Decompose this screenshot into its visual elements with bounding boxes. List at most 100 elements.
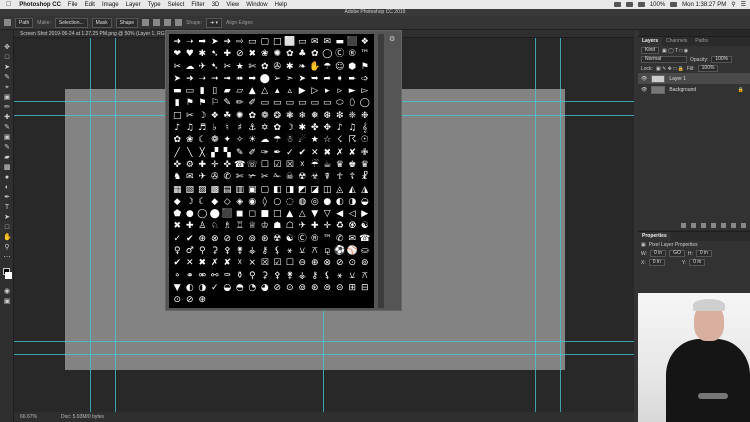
shape-swatch[interactable]: ❧ [296,61,309,73]
shape-swatch[interactable]: ➨ [346,73,359,85]
shape-swatch[interactable]: ⬛ [346,36,359,48]
shape-swatch[interactable]: ✙ [359,147,372,159]
blend-mode-select[interactable]: Normal [641,56,687,63]
shape-swatch[interactable]: ▼ [171,282,184,294]
shape-swatch[interactable]: ⚺ [296,245,309,257]
more-tools-icon[interactable]: ⋯ [3,254,11,261]
pen-tool-icon[interactable]: ✒ [3,194,11,201]
shape-swatch[interactable]: ✈ [296,220,309,232]
shape-swatch[interactable]: ⬛ [221,208,234,220]
shape-swatch[interactable]: ❈ [346,110,359,122]
shape-swatch[interactable]: ⚴ [271,270,284,282]
shape-swatch[interactable]: ☇ [334,134,347,146]
shape-swatch[interactable]: ☑ [271,257,284,269]
shape-swatch[interactable]: ✛ [321,220,334,232]
eyedropper-icon[interactable]: ✏ [3,104,11,111]
shape-swatch[interactable]: ❄ [296,110,309,122]
menu-help[interactable]: Help [275,2,287,8]
shape-swatch[interactable]: ◈ [234,196,247,208]
shape-swatch[interactable]: ▣ [246,184,259,196]
shape-swatch[interactable]: ✂ [184,110,197,122]
shape-swatch[interactable]: ╲ [184,147,197,159]
shape-swatch[interactable]: △ [259,85,272,97]
shape-swatch[interactable]: ✘ [221,257,234,269]
shape-swatch[interactable]: ╳ [196,147,209,159]
shape-swatch[interactable]: ♗ [221,220,234,232]
shape-swatch[interactable]: ⚼ [321,245,334,257]
shape-swatch[interactable]: ▲ [246,85,259,97]
shape-swatch[interactable]: ☽ [184,196,197,208]
path-arrangement-icon[interactable] [164,19,172,26]
shape-swatch[interactable]: ◍ [296,196,309,208]
shape-swatch[interactable]: ☑ [271,159,284,171]
shape-swatch[interactable]: ✆ [221,171,234,183]
shape-swatch[interactable]: ◯ [321,48,334,60]
shape-swatch[interactable]: ✿ [271,122,284,134]
shape-swatch[interactable]: ○ [271,196,284,208]
link-layers-icon[interactable] [681,223,686,228]
shape-swatch[interactable]: ▢ [259,36,272,48]
shape-swatch[interactable]: ▻ [359,85,372,97]
shape-swatch[interactable]: ☄ [296,134,309,146]
layer-row-background[interactable]: 👁 Background 🔒 [638,84,750,95]
shape-swatch[interactable]: ▥ [234,184,247,196]
shape-swatch[interactable]: ⚲ [246,270,259,282]
shape-swatch[interactable]: ♭ [209,122,222,134]
shape-swatch[interactable]: ▹ [334,85,347,97]
guide-vertical[interactable] [560,38,561,412]
shape-swatch[interactable]: ⚑ [184,97,197,109]
shape-swatch[interactable]: ⊗ [321,257,334,269]
shape-swatch[interactable]: ◇ [221,196,234,208]
shape-swatch[interactable]: ✎ [234,147,247,159]
shape-swatch[interactable]: ♀ [171,245,184,257]
menu-view[interactable]: View [226,2,239,8]
shape-swatch[interactable]: ▮ [196,85,209,97]
shape-swatch[interactable]: ◀ [334,208,347,220]
shape-swatch[interactable]: ☎ [234,159,247,171]
shape-swatch[interactable]: ☓ [296,159,309,171]
type-tool-icon[interactable]: T [3,204,11,211]
shape-swatch[interactable]: ⨯ [246,257,259,269]
dodge-tool-icon[interactable]: ◐ [3,184,11,191]
shape-swatch[interactable]: ➝ [196,73,209,85]
shape-swatch[interactable]: ✖ [196,257,209,269]
path-alignment-icon[interactable] [153,19,161,26]
shape-swatch[interactable]: ❖ [359,36,372,48]
new-group-icon[interactable] [721,223,726,228]
shape-swatch[interactable]: ✗ [334,147,347,159]
selection-button[interactable]: Selection... [54,17,88,28]
shape-swatch[interactable]: ⬜ [284,36,297,48]
shape-swatch[interactable]: ⚷ [309,270,322,282]
shape-swatch[interactable]: ☤ [321,171,334,183]
shape-swatch[interactable]: ⚹ [334,270,347,282]
shape-swatch[interactable]: ♛ [334,159,347,171]
shape-swatch[interactable]: ◫ [321,184,334,196]
shape-swatch[interactable]: ▭ [321,97,334,109]
shape-swatch[interactable]: ✑ [259,147,272,159]
blur-tool-icon[interactable]: ● [3,174,11,181]
shape-swatch[interactable]: ➷ [209,61,222,73]
shape-swatch[interactable]: ♙ [196,220,209,232]
shape-swatch[interactable]: ✇ [271,61,284,73]
shape-swatch[interactable]: ▨ [196,184,209,196]
hand-tool-icon[interactable]: ✋ [3,234,12,241]
shape-swatch[interactable]: ♖ [234,220,247,232]
shape-swatch[interactable]: ♮ [221,122,234,134]
shape-swatch[interactable]: ◩ [296,184,309,196]
lock-icons[interactable]: ▣ ✎ ✥ □ 🔒 [656,66,684,72]
shape-swatch[interactable]: ✿ [309,48,322,60]
shape-swatch[interactable]: ☈ [346,134,359,146]
shape-swatch[interactable]: ⚶ [296,270,309,282]
shape-swatch[interactable]: ✜ [221,159,234,171]
shape-swatch[interactable]: ☢ [271,233,284,245]
shape-swatch[interactable]: ✏ [234,97,247,109]
shape-swatch[interactable]: ✚ [309,220,322,232]
shape-swatch[interactable]: ❅ [309,110,322,122]
shape-swatch[interactable]: ⚸ [321,270,334,282]
shape-swatch[interactable]: ☽ [196,110,209,122]
shape-swatch[interactable]: ☖ [284,220,297,232]
shape-swatch[interactable]: ☣ [309,171,322,183]
shape-swatch[interactable]: ♫ [346,122,359,134]
shape-swatch[interactable]: ⊘ [184,294,197,306]
shape-swatch[interactable]: ✂ [259,171,272,183]
